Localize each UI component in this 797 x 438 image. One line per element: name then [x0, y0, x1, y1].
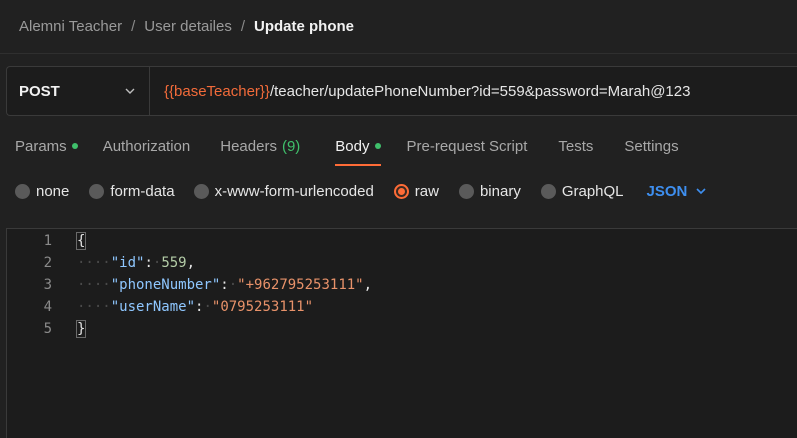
line-number: 5 — [43, 321, 52, 337]
method-label: POST — [19, 82, 60, 100]
line-number: 1 — [43, 233, 52, 249]
request-tabs: Params Authorization Headers (9) Body Pre… — [0, 126, 679, 166]
close-brace: } — [75, 320, 87, 338]
breadcrumb-collection[interactable]: Alemni Teacher — [19, 18, 122, 35]
request-name[interactable]: Update phone — [254, 18, 354, 35]
line-number: 4 — [43, 299, 52, 315]
tab-settings-label: Settings — [624, 137, 679, 155]
editor-line: 2 ····"id":·559, — [7, 252, 195, 274]
json-value: 559 — [161, 255, 187, 271]
line-number: 2 — [43, 255, 52, 271]
json-key: "phoneNumber" — [110, 277, 221, 293]
radio-urlencoded[interactable]: x-www-form-urlencoded — [193, 182, 374, 200]
radio-binary-label: binary — [479, 182, 521, 200]
url-input[interactable]: {{baseTeacher}}/teacher/updatePhoneNumbe… — [150, 67, 797, 115]
radio-form-data[interactable]: form-data — [89, 182, 175, 200]
radio-selected-icon — [393, 183, 409, 199]
body-type-options: none form-data x-www-form-urlencoded raw… — [0, 176, 707, 206]
breadcrumb-separator: / — [240, 18, 246, 35]
url-path: /teacher/updatePhoneNumber?id=559&passwo… — [269, 82, 691, 100]
tab-authorization[interactable]: Authorization — [103, 126, 191, 166]
tab-params[interactable]: Params — [15, 126, 78, 166]
tab-tests-label: Tests — [558, 137, 594, 155]
json-key: "id" — [110, 255, 145, 271]
tab-params-label: Params — [15, 137, 67, 155]
tab-body-label: Body — [335, 137, 370, 155]
breadcrumb: Alemni Teacher / User detailes / Update … — [0, 0, 797, 54]
radio-graphql[interactable]: GraphQL — [540, 182, 624, 200]
open-brace: { — [75, 232, 87, 250]
tab-settings[interactable]: Settings — [624, 126, 678, 166]
tab-tests[interactable]: Tests — [558, 126, 593, 166]
editor-line: 5 } — [7, 318, 87, 340]
radio-form-data-label: form-data — [110, 182, 175, 200]
radio-circle-icon — [15, 183, 30, 199]
body-editor[interactable]: 1 { 2 ····"id":·559, 3 ····"phoneNumber"… — [6, 228, 797, 438]
format-select[interactable]: JSON — [647, 183, 708, 200]
method-select[interactable]: POST — [7, 67, 150, 115]
radio-graphql-label: GraphQL — [561, 182, 624, 200]
radio-raw-label: raw — [414, 182, 439, 200]
tab-pre-request-script[interactable]: Pre-request Script — [407, 126, 528, 166]
editor-line: 4 ····"userName":·"0795253111" — [7, 296, 313, 318]
chevron-down-icon — [696, 188, 706, 195]
editor-line: 3 ····"phoneNumber":·"+962795253111", — [7, 274, 372, 296]
tab-headers[interactable]: Headers (9) — [220, 126, 300, 166]
json-key: "userName" — [110, 299, 196, 315]
radio-urlencoded-label: x-www-form-urlencoded — [214, 182, 374, 200]
radio-circle-icon — [89, 183, 105, 199]
tab-headers-label: Headers — [220, 137, 277, 155]
json-value: "+962795253111" — [237, 277, 364, 293]
request-bar: POST {{baseTeacher}}/teacher/updatePhone… — [6, 66, 797, 116]
radio-circle-icon — [458, 183, 474, 199]
status-dot-icon — [374, 143, 381, 149]
radio-circle-icon — [540, 183, 556, 199]
breadcrumb-separator: / — [131, 18, 136, 35]
editor-line: 1 { — [7, 230, 87, 252]
url-variable: {{baseTeacher}} — [164, 82, 270, 100]
format-label: JSON — [646, 182, 688, 200]
headers-count: (9) — [281, 137, 301, 155]
radio-none-label: none — [36, 182, 70, 200]
radio-binary[interactable]: binary — [458, 182, 521, 200]
chevron-down-icon — [125, 88, 135, 94]
tab-body[interactable]: Body — [335, 126, 381, 166]
line-number: 3 — [43, 277, 52, 293]
radio-raw[interactable]: raw — [393, 182, 439, 200]
breadcrumb-folder[interactable]: User detailes — [144, 18, 232, 35]
radio-none[interactable]: none — [15, 183, 69, 200]
status-dot-icon — [71, 143, 78, 149]
tab-pre-request-script-label: Pre-request Script — [406, 137, 528, 155]
tab-authorization-label: Authorization — [102, 137, 191, 155]
radio-circle-icon — [193, 183, 209, 199]
json-value: "0795253111" — [211, 299, 314, 315]
